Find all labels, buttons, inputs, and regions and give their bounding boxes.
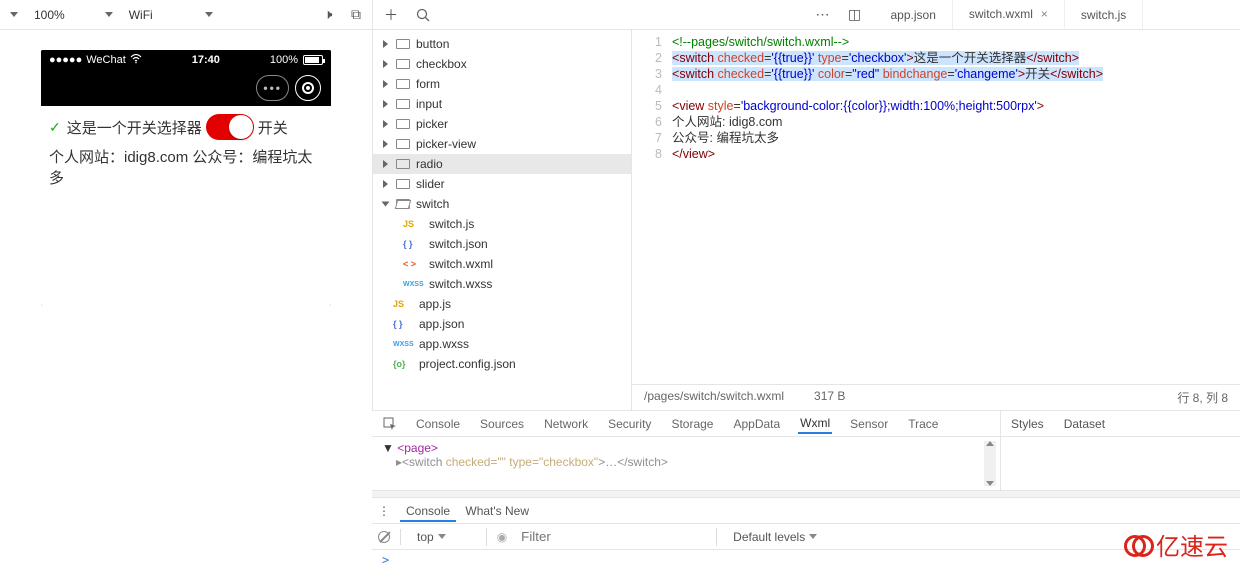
context-dropdown[interactable]: top bbox=[411, 528, 487, 546]
console-menu-icon[interactable]: ⋮ bbox=[378, 504, 390, 518]
folder-item[interactable]: button bbox=[373, 34, 631, 54]
devtools-tab[interactable]: AppData bbox=[731, 417, 782, 431]
switch-label: 开关 bbox=[258, 117, 288, 138]
editor-tab[interactable]: app.json bbox=[875, 0, 953, 29]
file-item[interactable]: JSswitch.js bbox=[373, 214, 631, 234]
checkbox-icon[interactable]: ✓ bbox=[49, 119, 61, 136]
devtools-tab[interactable]: Wxml bbox=[798, 416, 832, 434]
file-item[interactable]: WXSSapp.wxss bbox=[373, 334, 631, 354]
console-panel-tab[interactable]: Console bbox=[400, 504, 456, 522]
devtools-tab[interactable]: Security bbox=[606, 417, 653, 431]
capsule-menu[interactable]: ••• bbox=[256, 75, 289, 101]
file-item[interactable]: JSapp.js bbox=[373, 294, 631, 314]
checkbox-label: 这是一个开关选择器 bbox=[67, 117, 202, 138]
dom-scrollbar[interactable] bbox=[984, 441, 996, 486]
file-item[interactable]: WXSSswitch.wxss bbox=[373, 274, 631, 294]
file-item[interactable]: { }switch.json bbox=[373, 234, 631, 254]
folder-item[interactable]: slider bbox=[373, 174, 631, 194]
folder-item[interactable]: input bbox=[373, 94, 631, 114]
file-path: /pages/switch/switch.wxml bbox=[644, 389, 784, 406]
file-item[interactable]: {o}project.config.json bbox=[373, 354, 631, 374]
folder-item[interactable]: picker bbox=[373, 114, 631, 134]
styles-tab[interactable]: Dataset bbox=[1054, 417, 1115, 431]
devtools-tabs: Console Sources Network Security Storage AppD… bbox=[372, 411, 1000, 437]
inspect-icon[interactable] bbox=[382, 412, 398, 436]
clear-console-icon[interactable] bbox=[378, 531, 390, 543]
devtools-tab[interactable]: Sources bbox=[478, 417, 526, 431]
filter-eye-icon[interactable]: ◉ bbox=[497, 530, 507, 544]
dom-tree[interactable]: ▼ <page> ▸<switch checked="" type="check… bbox=[372, 437, 1000, 490]
console-panel-tab[interactable]: What's New bbox=[459, 504, 535, 518]
sim-menu-toggle[interactable] bbox=[4, 4, 24, 26]
wifi-icon bbox=[130, 54, 142, 67]
code-editor[interactable]: <!--pages/switch/switch.wxml--><switch c… bbox=[672, 34, 1240, 384]
folder-item[interactable]: radio bbox=[373, 154, 631, 174]
editor-tabs: app.jsonswitch.wxml×switch.js bbox=[875, 0, 1235, 29]
capsule-close[interactable] bbox=[295, 75, 321, 101]
file-tree[interactable]: buttoncheckboxforminputpickerpicker-view… bbox=[373, 30, 631, 410]
cursor-position: 行 8, 列 8 bbox=[1177, 389, 1228, 406]
signal-icon: ●●●●● bbox=[49, 54, 82, 66]
detach-icon[interactable]: ⧉ bbox=[344, 3, 368, 27]
devtools-tab[interactable]: Network bbox=[542, 417, 590, 431]
folder-item[interactable]: form bbox=[373, 74, 631, 94]
zoom-value: 100% bbox=[34, 8, 65, 22]
styles-tab[interactable]: Styles bbox=[1001, 417, 1054, 431]
carrier-label: WeChat bbox=[86, 54, 126, 66]
network-value: WiFi bbox=[129, 8, 153, 22]
battery-icon bbox=[303, 55, 323, 65]
devtools-tab[interactable]: Storage bbox=[669, 417, 715, 431]
console-prompt[interactable]: > bbox=[372, 550, 1240, 570]
devtools-tab[interactable]: Trace bbox=[906, 417, 940, 431]
devtools-tab[interactable]: Console bbox=[414, 417, 462, 431]
clock-label: 17:40 bbox=[142, 54, 270, 66]
info-line: 个人网站：idig8.com 公众号：编程坑太多 bbox=[49, 146, 323, 188]
close-tab-icon[interactable]: × bbox=[1041, 7, 1048, 21]
file-size: 317 B bbox=[814, 389, 845, 406]
split-icon[interactable]: ◫ bbox=[843, 3, 867, 27]
switch-control[interactable] bbox=[206, 114, 254, 140]
mute-icon[interactable]: 🕨 bbox=[316, 3, 340, 27]
watermark-logo: 亿速云 bbox=[1124, 527, 1228, 562]
network-dropdown[interactable]: WiFi bbox=[123, 4, 219, 26]
zoom-dropdown[interactable]: 100% bbox=[28, 4, 119, 26]
battery-percent: 100% bbox=[270, 54, 298, 66]
simulator: ●●●●● WeChat 17:40 100% ••• ✓ bbox=[41, 50, 331, 306]
folder-item[interactable]: picker-view bbox=[373, 134, 631, 154]
editor-tab[interactable]: switch.js bbox=[1065, 0, 1143, 29]
file-item[interactable]: < >switch.wxml bbox=[373, 254, 631, 274]
console-filter-input[interactable] bbox=[517, 528, 717, 546]
devtools-tab[interactable]: Sensor bbox=[848, 417, 890, 431]
new-file-icon[interactable]: ＋ bbox=[379, 3, 403, 27]
file-item[interactable]: { }app.json bbox=[373, 314, 631, 334]
line-gutter: 12345678 bbox=[632, 34, 672, 384]
more-icon[interactable]: ⋯ bbox=[811, 3, 835, 27]
folder-item[interactable]: checkbox bbox=[373, 54, 631, 74]
folder-item[interactable]: switch bbox=[373, 194, 631, 214]
log-level-dropdown[interactable]: Default levels bbox=[727, 530, 823, 544]
editor-tab[interactable]: switch.wxml× bbox=[953, 0, 1065, 29]
search-icon[interactable] bbox=[411, 3, 435, 27]
